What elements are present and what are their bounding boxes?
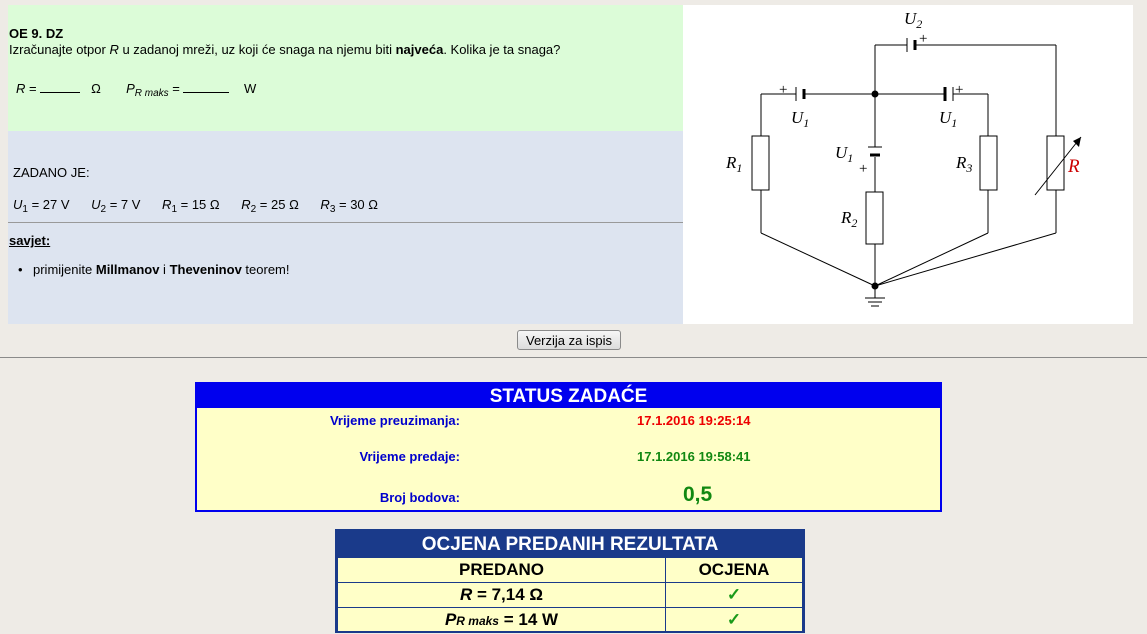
resistor-r-variable xyxy=(1046,135,1065,191)
given-r2-value: = 25 Ω xyxy=(256,197,299,212)
plus-u1-right: + xyxy=(955,82,963,98)
status-submit-value: 17.1.2016 19:58:41 xyxy=(637,449,751,464)
plus-u1-left: + xyxy=(779,82,787,98)
given-divider xyxy=(8,222,683,223)
given-label: ZADANO JE: xyxy=(13,165,90,180)
given-r3-symbol: R xyxy=(320,197,330,212)
question-emphasis: najveća xyxy=(395,42,444,57)
col-submitted: PREDANO xyxy=(337,557,666,583)
label-r3: R3 xyxy=(955,153,972,175)
given-u1-symbol: U xyxy=(13,197,23,212)
given-u1-value: = 27 V xyxy=(27,197,70,212)
hint-text-1: primijenite xyxy=(33,262,96,277)
status-download-value: 17.1.2016 19:25:14 xyxy=(637,413,751,428)
plus-u1-mid: + xyxy=(859,161,867,177)
task-statement-panel: OE 9. DZ Izračunajte otpor R u zadanoj m… xyxy=(8,5,683,131)
status-points-label: Broj bodova: xyxy=(379,490,460,505)
node-top xyxy=(871,90,879,98)
answer-p-subscript: R maks xyxy=(134,88,169,99)
given-r1: R1 = 15 Ω xyxy=(162,197,220,215)
given-u2-value: = 7 V xyxy=(106,197,141,212)
given-r2-symbol: R xyxy=(241,197,251,212)
label-u1-left: U1 xyxy=(791,108,809,130)
plus-u2: + xyxy=(919,31,927,47)
answer-p-label: P xyxy=(126,81,135,96)
wire-r-ground xyxy=(874,232,1057,287)
status-download-label: Vrijeme preuzimanja: xyxy=(329,413,460,428)
wire-r1-ground xyxy=(760,232,876,287)
answer-p-unit: W xyxy=(243,81,257,96)
hint-thevenin: Theveninov xyxy=(169,262,242,277)
given-r1-value: = 15 Ω xyxy=(177,197,220,212)
evaluation-header-row: PREDANO OCJENA xyxy=(337,557,803,583)
submitted-p-symbol: P xyxy=(444,610,457,629)
task-title: OE 9. DZ xyxy=(9,26,64,41)
submitted-r-symbol: R xyxy=(459,585,473,604)
given-u2-symbol: U xyxy=(91,197,101,212)
circuit-svg: U2 + + U1 + U1 U1 + R1 R2 R3 R xyxy=(725,9,1082,307)
label-r1: R1 xyxy=(725,153,742,175)
question-text-2: u zadanoj mreži, uz koji će snaga na nje… xyxy=(118,42,396,57)
given-panel: ZADANO JE: U1 = 27 V U2 = 7 V R1 = 15 Ω … xyxy=(8,131,683,324)
given-u1: U1 = 27 V xyxy=(13,197,70,215)
label-u2: U2 xyxy=(904,9,922,31)
hint-millman: Millmanov xyxy=(95,262,160,277)
hint-title: savjet: xyxy=(9,233,51,248)
answer-r-label: R xyxy=(16,81,26,96)
circuit-diagram: U2 + + U1 + U1 U1 + R1 R2 R3 R xyxy=(683,5,1133,324)
answer-r-blank xyxy=(40,81,81,93)
grade-r-check-icon: ✓ xyxy=(665,582,803,608)
submitted-r: R = 7,14 Ω xyxy=(337,582,666,608)
status-header: STATUS ZADAĆE xyxy=(197,384,940,408)
question-text-1: Izračunajte otpor xyxy=(9,42,110,57)
hint-text-2: i xyxy=(159,262,170,277)
col-grade: OCJENA xyxy=(665,557,803,583)
evaluation-table: PREDANO OCJENA R = 7,14 Ω ✓ PR maks = 14… xyxy=(337,557,803,633)
hint-item: primijenite Millmanov i Theveninov teore… xyxy=(18,262,290,277)
print-version-button[interactable]: Verzija za ispis xyxy=(517,330,621,350)
submitted-p-value: = 14 W xyxy=(498,610,559,629)
node-ground xyxy=(871,282,879,290)
given-u2: U2 = 7 V xyxy=(91,197,141,215)
task-question: Izračunajte otpor R u zadanoj mreži, uz … xyxy=(9,42,560,57)
horizontal-rule xyxy=(0,357,1147,358)
question-text-3: . Kolika je ta snaga? xyxy=(443,42,561,57)
answer-r-unit: Ω xyxy=(91,81,101,96)
label-r2: R2 xyxy=(840,208,857,230)
resistor-r1 xyxy=(751,135,770,191)
label-u1-right: U1 xyxy=(939,108,957,130)
evaluation-row-r: R = 7,14 Ω ✓ xyxy=(337,582,803,608)
submitted-r-value: = 7,14 Ω xyxy=(472,585,544,604)
wire-r3-ground xyxy=(874,232,989,287)
given-r3: R3 = 30 Ω xyxy=(320,197,378,215)
status-points-value: 0,5 xyxy=(683,483,713,506)
hint-text-3: teorem! xyxy=(241,262,290,277)
evaluation-row-p: PR maks = 14 W ✓ xyxy=(337,607,803,633)
evaluation-panel: OCJENA PREDANIH REZULTATA PREDANO OCJENA… xyxy=(335,529,805,633)
answer-template: R = Ω PR maks = W xyxy=(16,81,256,99)
grade-p-check-icon: ✓ xyxy=(665,607,803,633)
given-r3-value: = 30 Ω xyxy=(335,197,378,212)
status-panel: STATUS ZADAĆE Vrijeme preuzimanja: 17.1.… xyxy=(195,382,942,512)
given-r2: R2 = 25 Ω xyxy=(241,197,299,215)
submitted-p: PR maks = 14 W xyxy=(337,607,666,633)
label-r-variable: R xyxy=(1067,156,1080,177)
answer-p-equals: = xyxy=(168,81,184,96)
status-submit-label: Vrijeme predaje: xyxy=(359,449,460,464)
answer-p-blank xyxy=(183,81,230,93)
resistor-r3 xyxy=(979,135,998,191)
evaluation-header: OCJENA PREDANIH REZULTATA xyxy=(337,531,803,557)
answer-r-equals: = xyxy=(25,81,41,96)
question-variable: R xyxy=(109,42,119,57)
label-u1-mid: U1 xyxy=(835,143,853,165)
resistor-r2 xyxy=(865,191,884,245)
given-values: U1 = 27 V U2 = 7 V R1 = 15 Ω R2 = 25 Ω R… xyxy=(13,197,396,215)
submitted-p-sub: R maks xyxy=(456,614,499,628)
